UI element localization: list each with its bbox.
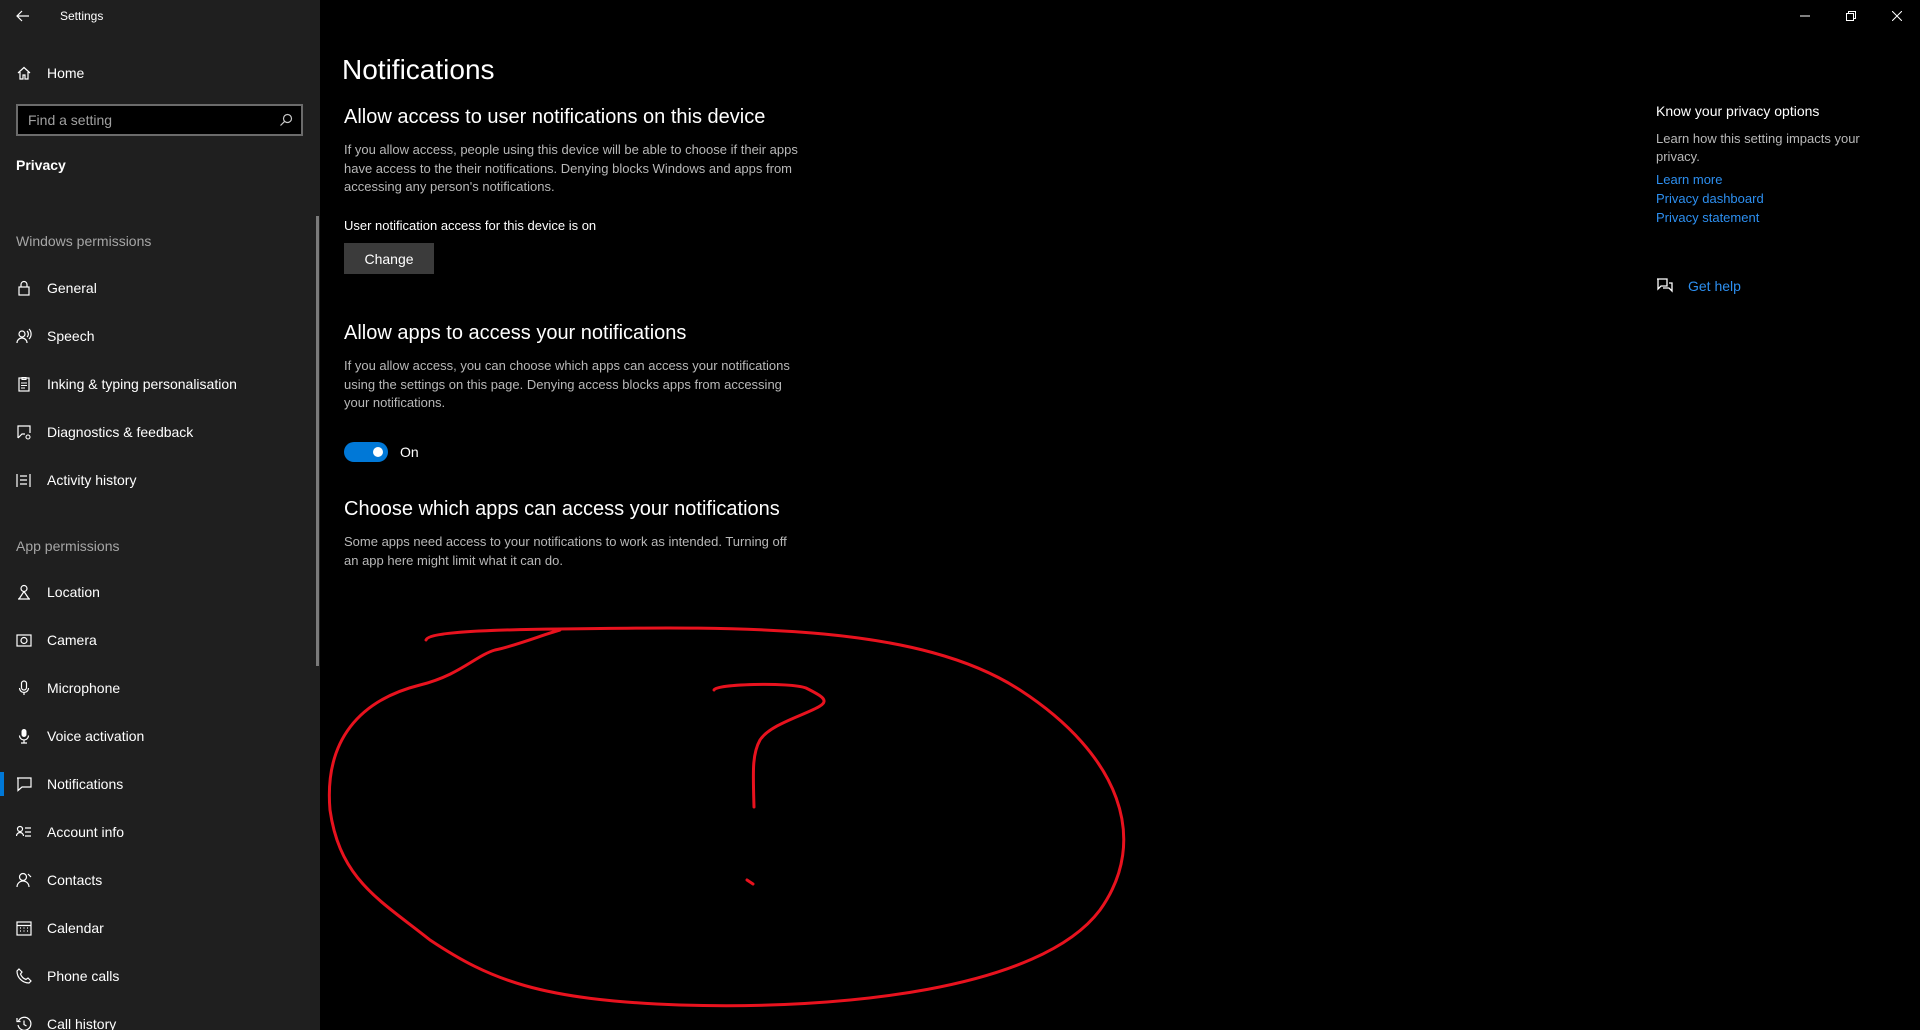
clipboard-icon xyxy=(16,376,32,392)
close-button[interactable] xyxy=(1874,0,1920,32)
back-button[interactable] xyxy=(0,0,46,32)
help-chat-icon xyxy=(1657,278,1673,293)
annotation-question-mark xyxy=(712,682,826,809)
close-icon xyxy=(1892,11,1902,21)
get-help-link[interactable]: Get help xyxy=(1688,278,1741,294)
phone-icon xyxy=(16,968,32,984)
search-input[interactable] xyxy=(18,112,271,128)
sidebar-item-activity-history[interactable]: Activity history xyxy=(0,456,316,504)
home-icon xyxy=(16,65,32,81)
privacy-dashboard-link[interactable]: Privacy dashboard xyxy=(1656,191,1764,206)
sidebar-item-label: Voice activation xyxy=(47,728,145,744)
toggle-knob xyxy=(373,447,383,457)
windows-permissions-list: General Speech Inking & typing personali… xyxy=(0,264,316,504)
sidebar-item-label: Microphone xyxy=(47,680,121,696)
minimize-icon xyxy=(1800,15,1810,17)
calendar-icon xyxy=(16,920,32,936)
restore-icon xyxy=(1846,11,1856,21)
sidebar-item-location[interactable]: Location xyxy=(0,568,316,616)
app-title: Settings xyxy=(60,9,104,23)
sidebar-item-contacts[interactable]: Contacts xyxy=(0,856,316,904)
sidebar-item-calendar[interactable]: Calendar xyxy=(0,904,316,952)
choose-apps-description: Some apps need access to your notificati… xyxy=(344,534,787,568)
sidebar-item-call-history[interactable]: Call history xyxy=(0,1000,316,1030)
notification-icon xyxy=(16,776,32,792)
sidebar-item-label: Contacts xyxy=(47,872,103,888)
back-arrow-icon xyxy=(16,10,29,22)
apps-access-description: If you allow access, you can choose whic… xyxy=(344,358,790,410)
sidebar-item-diagnostics[interactable]: Diagnostics & feedback xyxy=(0,408,316,456)
account-info-icon xyxy=(16,824,32,840)
privacy-statement-link[interactable]: Privacy statement xyxy=(1656,210,1759,225)
sidebar-item-label: Notifications xyxy=(47,776,124,792)
app-permissions-list: Location Camera Microphone Voice activat… xyxy=(0,568,316,1030)
minimize-button[interactable] xyxy=(1782,0,1828,32)
annotation-circle xyxy=(327,626,1126,1008)
sidebar-item-speech[interactable]: Speech xyxy=(0,312,316,360)
speech-icon xyxy=(16,328,32,344)
sidebar-item-label: Speech xyxy=(47,328,95,344)
sidebar-item-notifications[interactable]: Notifications xyxy=(0,760,316,808)
sidebar-item-microphone[interactable]: Microphone xyxy=(0,664,316,712)
sidebar-item-label: Camera xyxy=(47,632,97,648)
apps-access-toggle[interactable] xyxy=(344,442,388,462)
sidebar-item-phone-calls[interactable]: Phone calls xyxy=(0,952,316,1000)
apps-access-title: Allow apps to access your notifications xyxy=(344,322,687,344)
sidebar-item-label: Phone calls xyxy=(47,968,120,984)
device-access-status: User notification access for this device… xyxy=(344,218,597,233)
sidebar: Settings Home Privacy Windows permission… xyxy=(0,0,320,1030)
restore-button[interactable] xyxy=(1828,0,1874,32)
privacy-options-description: Learn how this setting impacts your priv… xyxy=(1656,131,1860,164)
sidebar-item-camera[interactable]: Camera xyxy=(0,616,316,664)
activity-icon xyxy=(16,472,32,488)
lock-icon xyxy=(16,280,32,296)
history-icon xyxy=(16,1016,32,1030)
titlebar-left: Settings xyxy=(0,0,320,32)
sidebar-item-general[interactable]: General xyxy=(0,264,316,312)
location-icon xyxy=(16,584,32,600)
sidebar-item-label: Location xyxy=(47,584,100,600)
privacy-options-title: Know your privacy options xyxy=(1656,103,1820,119)
search-icon[interactable] xyxy=(271,106,301,134)
learn-more-link[interactable]: Learn more xyxy=(1656,172,1722,187)
sidebar-item-inking-typing[interactable]: Inking & typing personalisation xyxy=(0,360,316,408)
home-nav-item[interactable]: Home xyxy=(0,56,320,90)
toggle-state-label: On xyxy=(400,444,419,460)
page-title: Notifications xyxy=(342,54,495,85)
sidebar-item-label: Calendar xyxy=(47,920,104,936)
contacts-icon xyxy=(16,872,32,888)
device-access-title: Allow access to user notifications on th… xyxy=(344,106,766,128)
feedback-icon xyxy=(16,424,32,440)
voice-icon xyxy=(16,728,32,744)
search-box xyxy=(16,104,303,136)
sidebar-item-label: General xyxy=(47,280,97,296)
sidebar-item-account-info[interactable]: Account info xyxy=(0,808,316,856)
window-controls xyxy=(1782,0,1920,32)
sidebar-item-label: Activity history xyxy=(47,472,137,488)
sidebar-item-label: Inking & typing personalisation xyxy=(47,376,237,392)
camera-icon xyxy=(16,632,32,648)
change-button[interactable]: Change xyxy=(344,243,434,274)
red-annotation-scribble xyxy=(327,626,1126,1008)
microphone-icon xyxy=(16,680,32,696)
get-help-row[interactable]: Get help xyxy=(1656,278,1741,294)
device-access-description: If you allow access, people using this d… xyxy=(344,142,798,194)
sidebar-item-label: Account info xyxy=(47,824,125,840)
annotation-question-dot xyxy=(745,878,755,886)
home-label: Home xyxy=(47,65,85,81)
windows-permissions-label: Windows permissions xyxy=(16,233,152,249)
sidebar-scrollbar[interactable] xyxy=(316,216,319,666)
app-permissions-label: App permissions xyxy=(16,538,120,554)
sidebar-item-label: Diagnostics & feedback xyxy=(47,424,194,440)
sidebar-item-voice-activation[interactable]: Voice activation xyxy=(0,712,316,760)
sidebar-item-label: Call history xyxy=(47,1016,117,1030)
section-heading-privacy: Privacy xyxy=(16,157,66,173)
choose-apps-title: Choose which apps can access your notifi… xyxy=(344,498,780,520)
